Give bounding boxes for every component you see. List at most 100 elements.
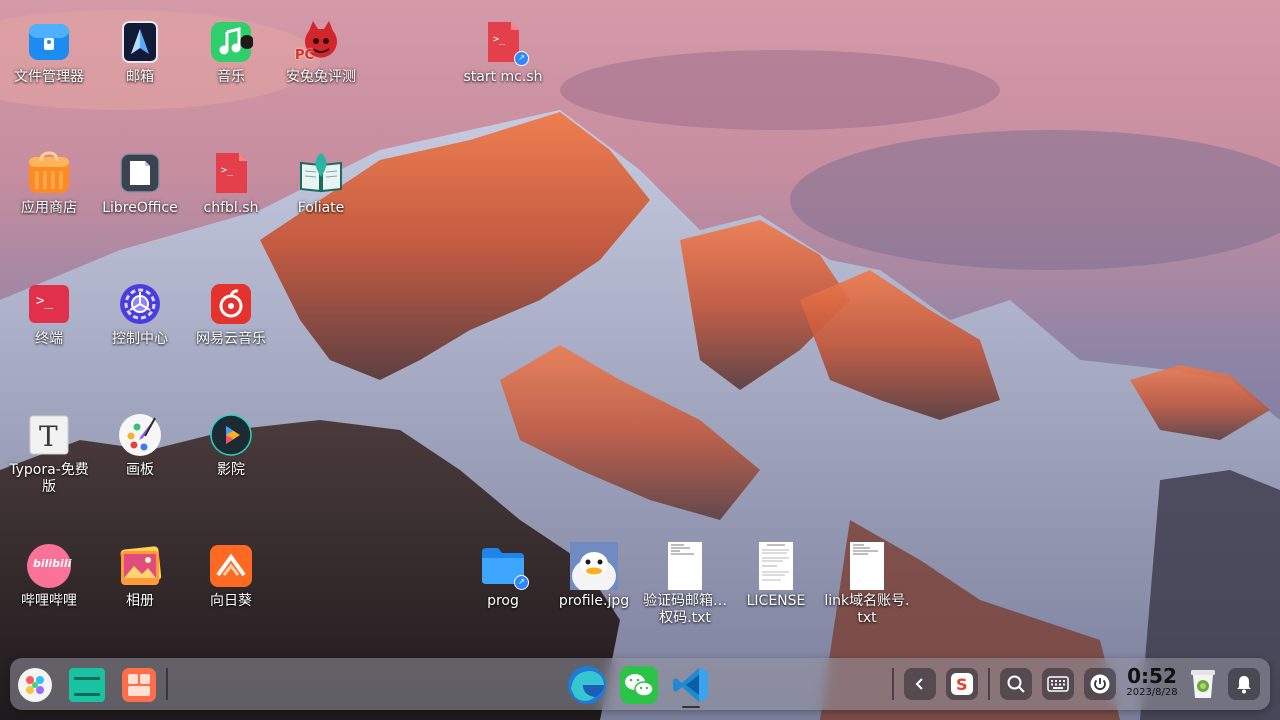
clock-date: 2023/8/28	[1126, 687, 1178, 698]
mail-icon	[116, 18, 164, 66]
desktop-icon-netease-music[interactable]: 网易云音乐	[186, 280, 276, 348]
clock-time: 0:52	[1127, 664, 1177, 688]
desktop-icon-prog-folder[interactable]: ↗ prog	[458, 542, 548, 610]
desktop-icon-profile-jpg[interactable]: profile.jpg	[549, 542, 639, 610]
icon-label: 影院	[217, 462, 245, 478]
antutu-pc-badge: PC	[295, 48, 315, 63]
vscode-icon	[673, 668, 708, 702]
music-icon	[207, 18, 255, 66]
desktop-icon-movie[interactable]: 影院	[186, 411, 276, 479]
icon-label: LICENSE	[746, 593, 806, 609]
icon-label: 网易云音乐	[196, 331, 266, 347]
collapse-tray-icon	[915, 678, 923, 690]
sogou-input-button[interactable]: S	[946, 668, 978, 700]
taskbar-divider	[892, 668, 894, 700]
desktop-icon-chfbl-sh[interactable]: >_ chfbl.sh	[186, 149, 276, 217]
taskbar-divider	[166, 668, 168, 700]
shell-script-icon: >_	[207, 149, 255, 197]
svg-text:S: S	[956, 675, 968, 694]
wechat-button[interactable]	[618, 664, 660, 706]
multitask-view-icon	[69, 668, 105, 702]
taskbar-divider	[988, 668, 990, 700]
edge-browser-button[interactable]	[566, 664, 608, 706]
shortcut-arrow-icon: ↗	[514, 575, 529, 590]
svg-text:>_: >_	[493, 34, 506, 45]
file-manager-icon	[25, 18, 73, 66]
icon-label: 邮箱	[126, 69, 154, 85]
desktop-icon-libreoffice[interactable]: LibreOffice	[95, 149, 185, 217]
desktop-icon-license[interactable]: LICENSE	[731, 542, 821, 610]
desktop-icon-link-domain-txt[interactable]: link域名账号.txt	[822, 542, 912, 627]
app-store-icon	[25, 149, 73, 197]
icon-label: chfbl.sh	[203, 200, 259, 216]
movie-player-icon	[207, 411, 255, 459]
typora-icon: T	[25, 411, 73, 459]
trash-icon	[1191, 670, 1215, 698]
trash-button[interactable]	[1186, 667, 1220, 701]
vscode-running-indicator	[682, 706, 700, 708]
desktop[interactable]: 文件管理器 邮箱 音乐 PC 安兔兔评测 >_ ↗ start mc.sh 应用…	[0, 0, 1280, 720]
sunlogin-icon	[207, 542, 255, 590]
notifications-button[interactable]	[1228, 668, 1260, 700]
netease-music-icon	[207, 280, 255, 328]
desktop-icon-verification-txt[interactable]: 验证码邮箱…权码.txt	[640, 542, 730, 627]
svg-text:>_: >_	[221, 165, 234, 176]
shell-script-icon: >_ ↗	[479, 18, 529, 66]
desktop-icon-album[interactable]: 相册	[95, 542, 185, 610]
folder-icon: ↗	[479, 542, 529, 590]
icon-label: link域名账号.txt	[824, 593, 910, 626]
icon-label: profile.jpg	[558, 593, 630, 609]
multitask-view-button[interactable]	[68, 666, 106, 704]
sogou-input-icon: S	[951, 673, 973, 695]
power-icon	[1090, 674, 1110, 694]
desktop-icon-mail[interactable]: 邮箱	[95, 18, 185, 86]
bell-icon	[1237, 676, 1251, 694]
svg-text:>_: >_	[36, 293, 53, 309]
desktop-icon-sunlogin[interactable]: 向日葵	[186, 542, 276, 610]
icon-label: prog	[487, 593, 519, 609]
antutu-icon: PC	[295, 18, 345, 66]
launcher-icon	[18, 668, 52, 702]
desktop-icon-typora[interactable]: T Typora-免费版	[4, 411, 94, 496]
power-button[interactable]	[1084, 668, 1116, 700]
desktop-icon-terminal[interactable]: >_ 终端	[4, 280, 94, 348]
desktop-icon-file-manager[interactable]: 文件管理器	[4, 18, 94, 86]
draw-palette-icon	[116, 411, 164, 459]
text-file-icon	[661, 542, 709, 590]
foliate-book-icon	[297, 149, 345, 197]
icon-label: Typora-免费版	[9, 462, 89, 495]
icon-label: LibreOffice	[102, 200, 178, 216]
icon-label: start mc.sh	[463, 69, 543, 85]
keyboard-icon	[1047, 676, 1069, 692]
desktop-icon-antutu[interactable]: PC 安兔兔评测	[276, 18, 366, 86]
search-button[interactable]	[1000, 668, 1032, 700]
edge-browser-icon	[568, 666, 606, 704]
desktop-icon-draw[interactable]: 画板	[95, 411, 185, 479]
wechat-icon	[620, 666, 658, 704]
bilibili-icon: bilibili	[25, 542, 73, 590]
desktop-icon-start-mc-sh[interactable]: >_ ↗ start mc.sh	[458, 18, 548, 86]
icon-label: Foliate	[297, 200, 345, 216]
image-thumbnail-icon	[570, 542, 618, 590]
desktop-icon-control-center[interactable]: 控制中心	[95, 280, 185, 348]
keyboard-button[interactable]	[1042, 668, 1074, 700]
svg-text:T: T	[39, 420, 58, 453]
icon-label: 画板	[126, 462, 154, 478]
desktop-icon-music[interactable]: 音乐	[186, 18, 276, 86]
clock[interactable]: 0:52 2023/8/28	[1123, 665, 1181, 699]
album-icon	[116, 542, 164, 590]
desktop-icon-app-store[interactable]: 应用商店	[4, 149, 94, 217]
vscode-button[interactable]	[670, 664, 712, 706]
desktop-icon-bilibili[interactable]: bilibili 哔哩哔哩	[4, 542, 94, 610]
launcher-button[interactable]	[16, 666, 54, 704]
search-icon	[1007, 675, 1025, 693]
icon-label: 哔哩哔哩	[21, 593, 77, 609]
icon-label: 验证码邮箱…权码.txt	[643, 593, 727, 626]
shortcut-arrow-icon: ↗	[514, 51, 529, 66]
icon-label: 向日葵	[210, 593, 252, 609]
desktop-icon-foliate[interactable]: Foliate	[276, 149, 366, 217]
text-file-icon	[752, 542, 800, 590]
app-grid-button[interactable]	[120, 666, 158, 704]
icon-label: 相册	[126, 593, 154, 609]
collapse-tray-button[interactable]	[904, 668, 936, 700]
